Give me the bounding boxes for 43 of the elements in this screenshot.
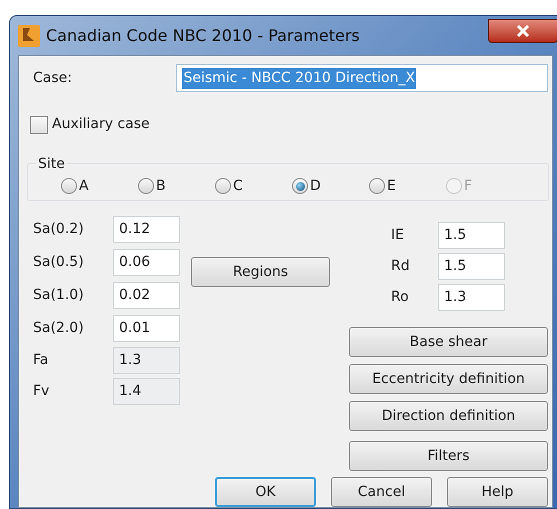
field-label: Sa(0.2) (33, 220, 85, 239)
case-label: Case: (33, 68, 73, 88)
close-icon (516, 24, 530, 36)
regions-button[interactable]: Regions (191, 257, 330, 287)
action-button[interactable]: Filters (349, 441, 548, 471)
field-label: IE (391, 226, 405, 245)
field-label: Fa (33, 351, 50, 370)
action-button[interactable]: Base shear (349, 327, 548, 357)
app-logo-icon (18, 24, 40, 46)
checkbox-label: Auxiliary case (52, 115, 150, 134)
radio-label: C (233, 176, 243, 196)
radio-button[interactable] (369, 178, 385, 194)
checkbox[interactable] (30, 116, 48, 134)
input-field[interactable]: 1.5 (438, 253, 505, 280)
field-label: Fv (33, 382, 50, 401)
input-field[interactable]: 1.5 (438, 222, 505, 249)
action-button[interactable]: Direction definition (349, 401, 548, 431)
dialog-button[interactable]: OK (215, 477, 316, 507)
radio-label: F (464, 176, 472, 196)
input-field[interactable]: 0.01 (113, 315, 180, 342)
field-label: Sa(0.5) (33, 253, 85, 272)
radio-label: A (79, 176, 89, 196)
radio-button[interactable] (292, 178, 308, 194)
radio-label: D (310, 176, 321, 196)
radio-button[interactable] (215, 178, 231, 194)
input-field[interactable]: 1.3 (438, 284, 505, 311)
action-button[interactable]: Eccentricity definition (349, 364, 548, 394)
window-title: Canadian Code NBC 2010 - Parameters (46, 24, 360, 46)
radio-label: B (156, 176, 166, 196)
close-button[interactable] (488, 18, 557, 42)
radio-button[interactable] (138, 178, 154, 194)
radio-button[interactable] (61, 178, 77, 194)
dialog-button[interactable]: Help (447, 477, 548, 507)
input-field[interactable]: 0.02 (113, 282, 180, 309)
field-label: Sa(1.0) (33, 286, 85, 305)
radio-label: E (387, 176, 396, 196)
field-label: Rd (391, 257, 411, 276)
field-label: Sa(2.0) (33, 319, 85, 338)
dialog-button[interactable]: Cancel (331, 477, 432, 507)
input-field[interactable]: 0.12 (113, 216, 180, 243)
field-label: Ro (391, 288, 410, 307)
case-field[interactable]: Seismic - NBCC 2010 Direction_X (176, 64, 548, 92)
input-field[interactable]: 0.06 (113, 249, 180, 276)
